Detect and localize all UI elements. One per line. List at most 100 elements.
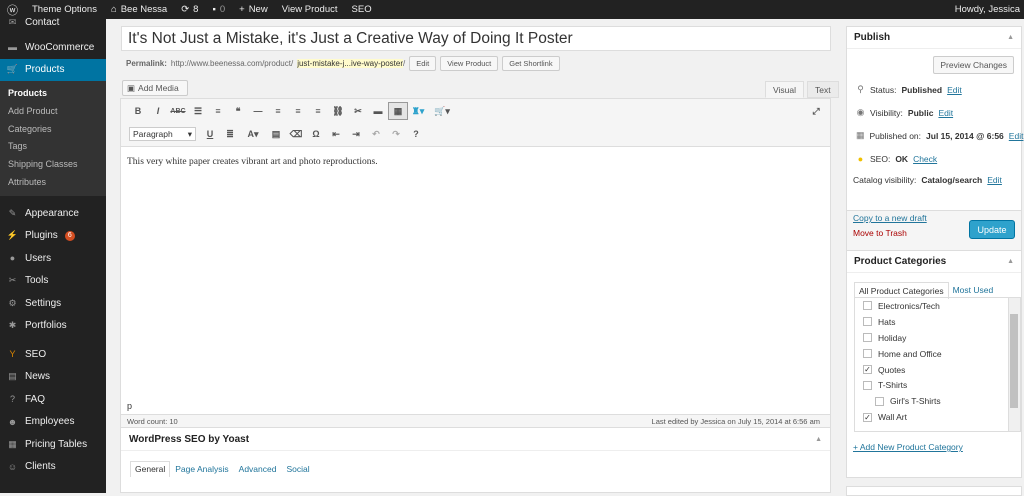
edit-status-link[interactable]: Edit (947, 85, 962, 95)
yoast-tab-page-analysis[interactable]: Page Analysis (170, 461, 233, 477)
edit-permalink-button[interactable]: Edit (409, 56, 437, 71)
sidebar-item-clients[interactable]: ☺ Clients (0, 455, 106, 478)
scrollbar-thumb[interactable] (1010, 314, 1018, 408)
category-checkbox[interactable]: ✓ (863, 365, 872, 374)
edit-catalog-link[interactable]: Edit (987, 175, 1002, 185)
blockquote-icon[interactable]: ❝ (228, 102, 248, 120)
woocommerce-shortcode-icon[interactable]: 🛒▾ (428, 102, 456, 120)
submenu-tags[interactable]: Tags (0, 138, 106, 156)
sidebar-item-woocommerce[interactable]: ▬ WooCommerce (0, 36, 106, 59)
howdy-user-menu[interactable]: Howdy, Jessica (948, 0, 1024, 19)
view-product-button[interactable]: View Product (440, 56, 499, 71)
category-item[interactable]: ✓ Quotes (855, 362, 1020, 378)
justify-icon[interactable]: ≣ (220, 125, 240, 143)
updates-link[interactable]: ⟳ 8 (174, 0, 205, 19)
copy-to-draft-link[interactable]: Copy to a new draft (853, 213, 927, 223)
sidebar-item-plugins[interactable]: ⚡ Plugins 6 (0, 224, 106, 247)
edit-date-link[interactable]: Edit (1009, 131, 1024, 141)
indent-icon[interactable]: ⇥ (346, 125, 366, 143)
category-scrollbar[interactable] (1008, 298, 1020, 431)
move-to-trash-link[interactable]: Move to Trash (853, 228, 907, 238)
editor-content[interactable]: This very white paper creates vibrant ar… (121, 147, 830, 177)
seo-menu-link[interactable]: SEO (345, 0, 379, 19)
sidebar-item-portfolios[interactable]: ✱ Portfolios (0, 314, 106, 337)
undo-icon[interactable]: ↶ (366, 125, 386, 143)
bold-icon[interactable]: B (128, 102, 148, 120)
strikethrough-icon[interactable]: ABC (168, 102, 188, 120)
numbered-list-icon[interactable]: ≡ (208, 102, 228, 120)
category-item[interactable]: T-Shirts (855, 377, 1020, 393)
edit-visibility-link[interactable]: Edit (938, 108, 953, 118)
tab-text[interactable]: Text (807, 81, 839, 98)
permalink-slug[interactable]: just-mistake-j...ive-way-poster (297, 59, 404, 68)
sidebar-item-settings[interactable]: ⚙ Settings (0, 292, 106, 315)
category-checkbox[interactable] (863, 317, 872, 327)
category-item[interactable]: Holiday (855, 330, 1020, 346)
get-shortlink-button[interactable]: Get Shortlink (502, 56, 560, 71)
redo-icon[interactable]: ↷ (386, 125, 406, 143)
submenu-categories[interactable]: Categories (0, 121, 106, 139)
sidebar-item-news[interactable]: ▤ News (0, 365, 106, 388)
category-item[interactable]: Electronics/Tech (855, 298, 1020, 314)
yoast-tab-social[interactable]: Social (281, 461, 314, 477)
yoast-tab-advanced[interactable]: Advanced (234, 461, 282, 477)
shortcode-icon[interactable]: ♜▾ (408, 102, 428, 120)
category-checkbox[interactable]: ✓ (863, 412, 872, 422)
read-more-icon[interactable]: ▬ (368, 102, 388, 120)
comments-link[interactable]: ▪ 0 (205, 0, 232, 19)
submenu-shipping-classes[interactable]: Shipping Classes (0, 156, 106, 174)
sidebar-item-employees[interactable]: ☻ Employees (0, 410, 106, 433)
text-color-icon[interactable]: A▾ (240, 125, 266, 143)
category-item[interactable]: Girl's T-Shirts (855, 393, 1020, 409)
horizontal-rule-icon[interactable]: — (248, 102, 268, 120)
seo-check-link[interactable]: Check (913, 154, 937, 164)
yoast-tab-general[interactable]: General (130, 461, 171, 477)
help-icon[interactable]: ? (406, 125, 426, 143)
bullet-list-icon[interactable]: ☰ (188, 102, 208, 120)
sidebar-item-products[interactable]: 🛒 Products (0, 58, 106, 81)
format-select[interactable]: Paragraph ▾ (129, 127, 196, 141)
preview-changes-button[interactable]: Preview Changes (933, 56, 1014, 74)
site-name-link[interactable]: ⌂ Bee Nessa (104, 0, 174, 19)
collapse-arrow-icon[interactable]: ▲ (815, 436, 822, 443)
category-checkbox[interactable] (863, 349, 872, 359)
clear-formatting-icon[interactable]: ⌫ (286, 125, 306, 143)
category-checkbox[interactable] (863, 380, 872, 390)
category-checkbox[interactable] (863, 301, 872, 311)
paste-text-icon[interactable]: ▤ (266, 125, 286, 143)
submenu-attributes[interactable]: Attributes (0, 174, 106, 192)
italic-icon[interactable]: I (148, 102, 168, 120)
new-content-link[interactable]: + New (232, 0, 275, 19)
collapse-arrow-icon[interactable]: ▲ (1007, 34, 1014, 41)
tab-visual[interactable]: Visual (765, 81, 804, 98)
outdent-icon[interactable]: ⇤ (326, 125, 346, 143)
link-icon[interactable]: ⛓ (328, 102, 348, 120)
align-left-icon[interactable]: ≡ (268, 102, 288, 120)
sidebar-item-tools[interactable]: ✂ Tools (0, 269, 106, 292)
category-checkbox[interactable] (863, 333, 872, 343)
add-new-category-link[interactable]: + Add New Product Category (853, 442, 963, 452)
add-media-button[interactable]: ▣ Add Media (122, 80, 188, 96)
sidebar-item-appearance[interactable]: ✎ Appearance (0, 202, 106, 225)
submenu-add-product[interactable]: Add Product (0, 103, 106, 121)
category-item[interactable]: ✓ Wall Art (855, 409, 1020, 425)
sidebar-item-users[interactable]: ● Users (0, 247, 106, 270)
view-product-link[interactable]: View Product (275, 0, 345, 19)
sidebar-item-pricing-tables[interactable]: ▦ Pricing Tables (0, 433, 106, 456)
unlink-icon[interactable]: ✂ (348, 102, 368, 120)
fullscreen-icon[interactable]: ⤢ (806, 102, 826, 120)
update-button[interactable]: Update (969, 220, 1015, 239)
align-right-icon[interactable]: ≡ (308, 102, 328, 120)
sidebar-item-contact[interactable]: ✉ Contact (0, 15, 106, 30)
category-item[interactable]: Hats (855, 314, 1020, 330)
sidebar-item-seo[interactable]: Y SEO (0, 343, 106, 366)
submenu-products[interactable]: Products (0, 85, 106, 103)
collapse-arrow-icon[interactable]: ▲ (1007, 258, 1014, 265)
underline-icon[interactable]: U (200, 125, 220, 143)
category-checkbox[interactable] (875, 396, 884, 406)
sidebar-item-faq[interactable]: ? FAQ (0, 388, 106, 411)
toolbar-toggle-icon[interactable]: ▦ (388, 102, 408, 120)
special-character-icon[interactable]: Ω (306, 125, 326, 143)
category-item[interactable]: Home and Office (855, 346, 1020, 362)
align-center-icon[interactable]: ≡ (288, 102, 308, 120)
